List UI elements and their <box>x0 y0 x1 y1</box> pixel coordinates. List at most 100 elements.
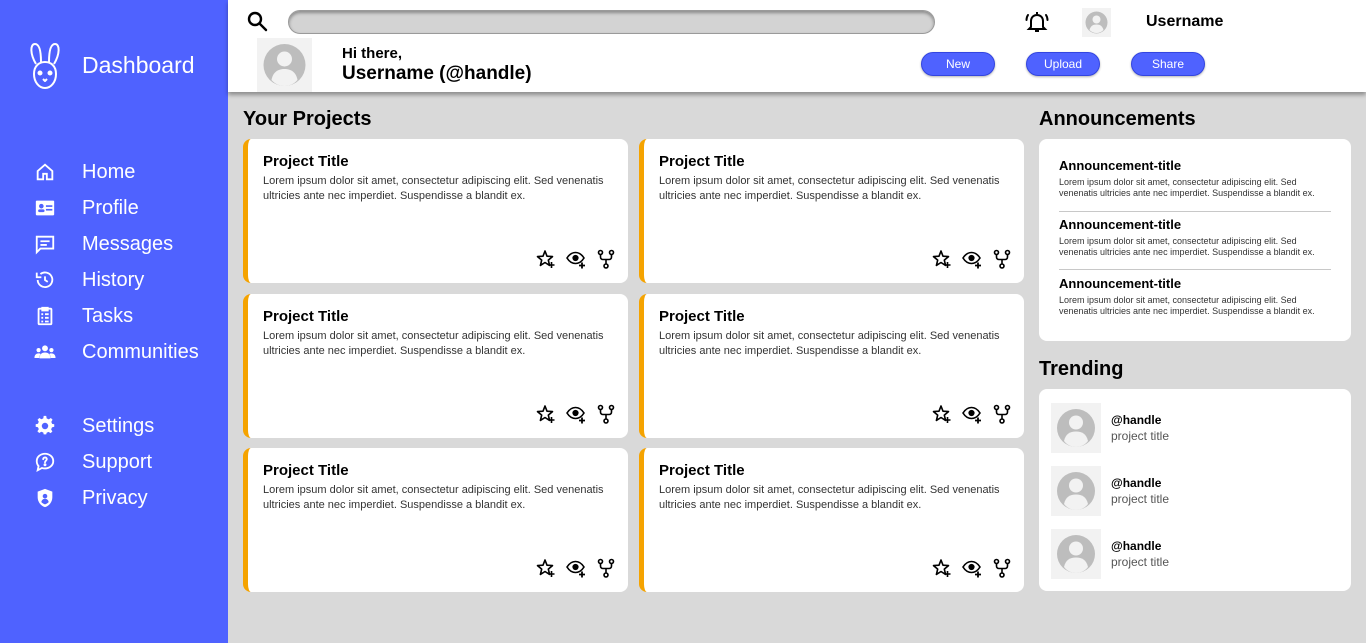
watch-icon[interactable] <box>962 404 982 424</box>
sidebar-item-label: Settings <box>82 415 155 437</box>
star-add-icon[interactable] <box>536 558 556 578</box>
project-title: Project Title <box>659 462 745 479</box>
projects-heading: Your Projects <box>243 108 372 130</box>
announcement-item[interactable]: Announcement-title Lorem ipsum dolor sit… <box>1059 276 1331 317</box>
project-description: Lorem ipsum dolor sit amet, consectetur … <box>263 484 604 511</box>
sidebar-item-tasks[interactable]: Tasks <box>32 303 133 329</box>
upload-button[interactable]: Upload <box>1026 52 1100 76</box>
sidebar-item-home[interactable]: Home <box>32 159 135 185</box>
fork-icon[interactable] <box>992 404 1012 424</box>
sidebar-item-label: Tasks <box>82 305 134 327</box>
bell-icon[interactable] <box>1024 9 1050 35</box>
trending-project: project title <box>1111 492 1170 506</box>
sidebar-item-messages[interactable]: Messages <box>32 231 173 257</box>
project-title: Project Title <box>263 462 349 479</box>
watch-icon[interactable] <box>566 558 586 578</box>
divider <box>1059 211 1331 212</box>
share-button[interactable]: Share <box>1131 52 1205 76</box>
star-add-icon[interactable] <box>536 404 556 424</box>
project-title: Project Title <box>659 153 745 170</box>
trending-handle: @handle <box>1111 413 1162 427</box>
people-icon <box>32 339 58 365</box>
sidebar-item-history[interactable]: History <box>32 267 144 293</box>
trending-item[interactable]: @handle project title <box>1051 466 1331 516</box>
sidebar-item-label: Communities <box>82 341 199 363</box>
watch-icon[interactable] <box>566 249 586 269</box>
clipboard-icon <box>32 303 58 329</box>
fork-icon[interactable] <box>596 249 616 269</box>
sidebar-item-settings[interactable]: Settings <box>32 413 154 439</box>
watch-icon[interactable] <box>962 249 982 269</box>
trending-heading: Trending <box>1039 358 1124 380</box>
project-description: Lorem ipsum dolor sit amet, consectetur … <box>659 175 1000 202</box>
project-description: Lorem ipsum dolor sit amet, consectetur … <box>263 175 604 202</box>
project-card[interactable]: Project Title Lorem ipsum dolor sit amet,… <box>639 448 1024 592</box>
project-actions <box>932 249 1012 269</box>
message-icon <box>32 231 58 257</box>
project-description: Lorem ipsum dolor sit amet, consectetur … <box>659 330 1000 357</box>
trending-handle: @handle <box>1111 539 1162 553</box>
display-name: Username (@handle) <box>342 63 532 84</box>
star-add-icon[interactable] <box>932 249 952 269</box>
greeting-text: Hi there, <box>342 45 403 62</box>
watch-icon[interactable] <box>962 558 982 578</box>
project-card[interactable]: Project Title Lorem ipsum dolor sit amet,… <box>243 448 628 592</box>
rabbit-logo-icon <box>26 42 64 95</box>
project-actions <box>536 404 616 424</box>
new-button[interactable]: New <box>921 52 995 76</box>
star-add-icon[interactable] <box>932 404 952 424</box>
sidebar-item-communities[interactable]: Communities <box>32 339 199 365</box>
trending-item[interactable]: @handle project title <box>1051 403 1331 453</box>
username-label[interactable]: Username <box>1146 13 1223 31</box>
announcement-title: Announcement-title <box>1059 217 1182 232</box>
announcement-description: Lorem ipsum dolor sit amet, consectetur … <box>1059 177 1315 198</box>
trending-item[interactable]: @handle project title <box>1051 529 1331 579</box>
top-bar: Username Hi there, Username (@handle) Ne… <box>228 0 1366 92</box>
star-add-icon[interactable] <box>536 249 556 269</box>
project-title: Project Title <box>263 153 349 170</box>
star-add-icon[interactable] <box>932 558 952 578</box>
project-description: Lorem ipsum dolor sit amet, consectetur … <box>659 484 1000 511</box>
announcement-title: Announcement-title <box>1059 276 1182 291</box>
avatar[interactable] <box>1082 8 1111 37</box>
sidebar-item-label: Support <box>82 451 153 473</box>
project-card[interactable]: Project Title Lorem ipsum dolor sit amet,… <box>243 139 628 283</box>
trending-handle: @handle <box>1111 476 1162 490</box>
brand-title: Dashboard <box>82 52 195 78</box>
announcement-item[interactable]: Announcement-title Lorem ipsum dolor sit… <box>1059 158 1331 199</box>
project-card[interactable]: Project Title Lorem ipsum dolor sit amet,… <box>639 139 1024 283</box>
avatar <box>1051 529 1101 579</box>
project-description: Lorem ipsum dolor sit amet, consectetur … <box>263 330 604 357</box>
trending-project: project title <box>1111 429 1170 443</box>
fork-icon[interactable] <box>992 249 1012 269</box>
project-card[interactable]: Project Title Lorem ipsum dolor sit amet,… <box>243 294 628 438</box>
sidebar-item-label: Profile <box>82 197 139 219</box>
project-actions <box>932 404 1012 424</box>
sidebar-item-privacy[interactable]: Privacy <box>32 485 148 511</box>
announcement-title: Announcement-title <box>1059 158 1182 173</box>
sidebar-item-label: Messages <box>82 233 174 255</box>
divider <box>1059 269 1331 270</box>
brand[interactable]: Dashboard <box>26 42 195 95</box>
shield-icon <box>32 485 58 511</box>
project-title: Project Title <box>659 308 745 325</box>
search-input[interactable] <box>288 10 935 34</box>
sidebar-item-support[interactable]: Support <box>32 449 152 475</box>
project-actions <box>932 558 1012 578</box>
project-actions <box>536 558 616 578</box>
fork-icon[interactable] <box>596 404 616 424</box>
fork-icon[interactable] <box>992 558 1012 578</box>
fork-icon[interactable] <box>596 558 616 578</box>
profile-avatar <box>257 38 312 92</box>
sidebar-item-label: Privacy <box>82 487 148 509</box>
announcement-item[interactable]: Announcement-title Lorem ipsum dolor sit… <box>1059 217 1331 258</box>
sidebar-item-profile[interactable]: Profile <box>32 195 139 221</box>
watch-icon[interactable] <box>566 404 586 424</box>
help-chat-icon <box>32 449 58 475</box>
id-card-icon <box>32 195 58 221</box>
project-card[interactable]: Project Title Lorem ipsum dolor sit amet,… <box>639 294 1024 438</box>
announcements-heading: Announcements <box>1039 108 1196 130</box>
trending-panel: @handle project title @handle project ti… <box>1039 389 1351 591</box>
search-icon[interactable] <box>246 10 268 32</box>
avatar <box>1051 403 1101 453</box>
